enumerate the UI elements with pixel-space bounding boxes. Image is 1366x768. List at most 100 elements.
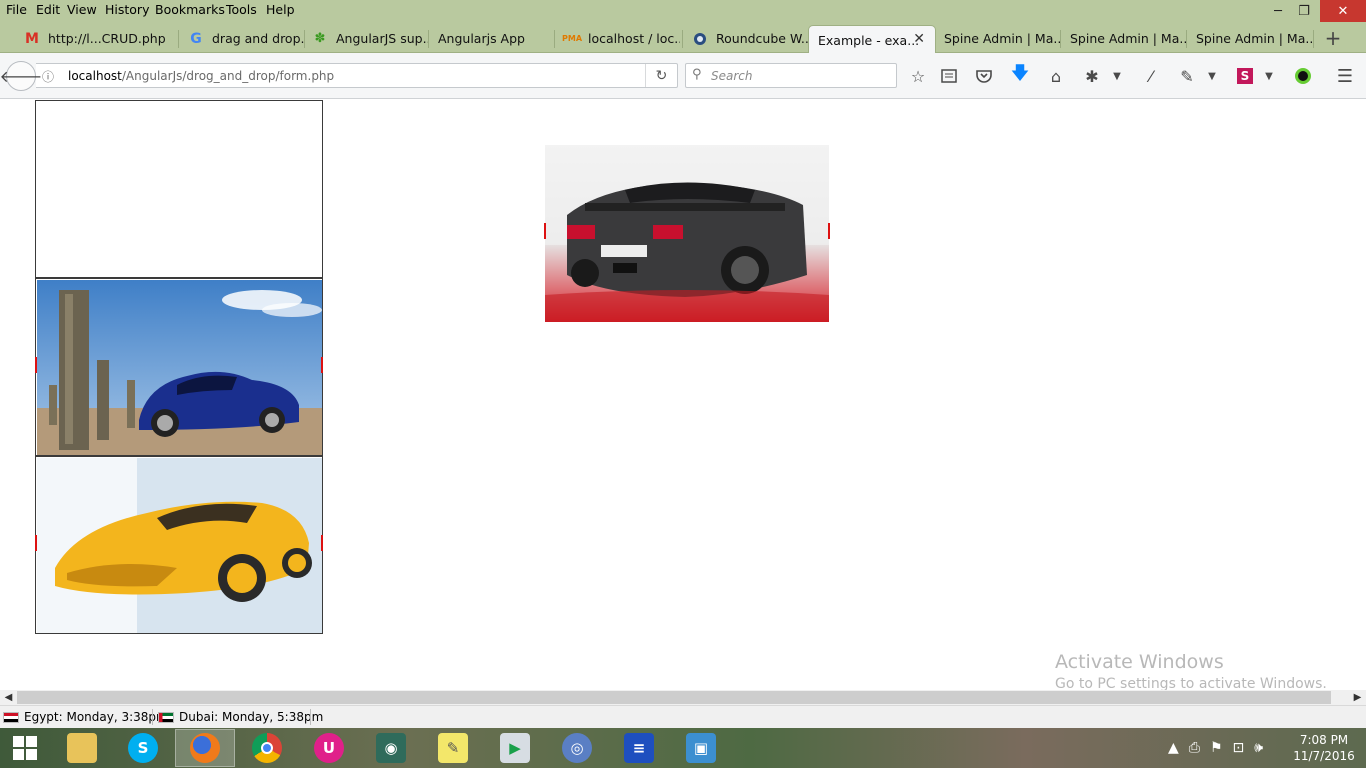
- tab-crud[interactable]: M http://l...CRUD.php: [16, 24, 176, 53]
- color-picker-icon[interactable]: [1292, 65, 1314, 87]
- phpmyadmin-icon: PMA: [562, 34, 583, 43]
- start-button[interactable]: [0, 729, 50, 767]
- url-text[interactable]: localhost/AngularJs/drog_and_drop/form.p…: [68, 69, 334, 83]
- clock-dubai[interactable]: Dubai: Monday, 5:38pm: [158, 710, 323, 724]
- taskbar-file-explorer[interactable]: [52, 729, 112, 767]
- tab-label: Spine Admin | Ma...: [944, 31, 1060, 46]
- taskbar-uwamp[interactable]: U: [299, 729, 359, 767]
- dropdown-arrow-icon[interactable]: ▼: [1110, 65, 1124, 87]
- pocket-icon[interactable]: [973, 65, 995, 87]
- drop-slot-blue-roadster[interactable]: [35, 278, 323, 456]
- tab-label: Spine Admin | Ma...: [1070, 31, 1186, 46]
- google-icon: G: [190, 30, 202, 47]
- tab-spine-admin-1[interactable]: Spine Admin | Ma...: [936, 24, 1060, 53]
- sticky-notes-icon: ✎: [438, 733, 468, 763]
- menu-history[interactable]: History: [105, 2, 149, 17]
- menu-view[interactable]: View: [67, 2, 97, 17]
- uwamp-icon: U: [314, 733, 344, 763]
- tab-separator: [1313, 30, 1314, 48]
- s-extension-icon[interactable]: S: [1234, 65, 1256, 87]
- tab-spine-admin-2[interactable]: Spine Admin | Ma...: [1062, 24, 1186, 53]
- yellow-supercar-image[interactable]: [37, 458, 322, 633]
- tab-label: AngularJS sup...: [336, 31, 428, 46]
- search-input[interactable]: ⚲ Search: [685, 63, 897, 88]
- taskbar-chromium[interactable]: ◎: [547, 729, 607, 767]
- tab-example-active[interactable]: Example - exa... ✕: [808, 25, 936, 54]
- extension-bug-icon[interactable]: ✱: [1081, 65, 1103, 87]
- menu-file[interactable]: File: [6, 2, 27, 17]
- tab-angularjs-app[interactable]: Angularjs App: [430, 24, 554, 53]
- drop-slot-empty[interactable]: [35, 100, 323, 278]
- scroll-right-arrow-icon[interactable]: ▶: [1349, 690, 1366, 705]
- taskbar-media[interactable]: ▶: [485, 729, 545, 767]
- egypt-flag-icon: [3, 711, 19, 723]
- page-content: [0, 100, 1366, 690]
- editor-icon: ≡: [624, 733, 654, 763]
- menu-bookmarks[interactable]: Bookmarks: [155, 2, 225, 17]
- menu-help[interactable]: Help: [266, 2, 295, 17]
- blue-roadster-image[interactable]: [37, 280, 322, 455]
- home-icon[interactable]: ⌂: [1045, 65, 1067, 87]
- new-tab-icon[interactable]: +: [1322, 25, 1344, 51]
- download-icon[interactable]: 🡇: [1009, 63, 1031, 87]
- search-icon: ⚲: [692, 67, 702, 82]
- dropdown-arrow-icon[interactable]: ▼: [1205, 65, 1219, 87]
- taskbar-skype[interactable]: S: [113, 729, 173, 767]
- taskbar-sticky-notes[interactable]: ✎: [423, 729, 483, 767]
- network-icon[interactable]: ⊡: [1233, 740, 1245, 756]
- volume-icon[interactable]: 🕪: [1254, 740, 1263, 756]
- scroll-left-arrow-icon[interactable]: ◀: [0, 690, 17, 705]
- show-hidden-icons-icon[interactable]: ▲: [1168, 740, 1179, 756]
- scrollbar-thumb[interactable]: [17, 691, 1331, 704]
- tab-label: http://l...CRUD.php: [48, 31, 166, 46]
- grey-sports-car-image[interactable]: [545, 145, 829, 322]
- back-button[interactable]: 🡐: [0, 61, 42, 91]
- roundcube-icon: [692, 31, 708, 47]
- restore-button[interactable]: ❐: [1288, 0, 1320, 22]
- drag-handle-marker: [321, 535, 323, 551]
- tab-phpmyadmin[interactable]: PMA localhost / loc...: [556, 24, 680, 53]
- taskbar: S U ◉ ✎ ▶ ◎ ≡ ▣ ▲ ⎙ ⚑ ⊡ 🕪 7:08 PM 11/7/2…: [0, 728, 1366, 768]
- windows-logo-icon: [13, 736, 37, 760]
- taskbar-chrome[interactable]: [237, 729, 297, 767]
- drop-slot-yellow-supercar[interactable]: [35, 456, 323, 634]
- url-host: localhost: [68, 69, 122, 83]
- taskbar-photos[interactable]: ▣: [671, 729, 731, 767]
- close-window-button[interactable]: ✕: [1320, 0, 1366, 22]
- tab-roundcube[interactable]: Roundcube W...: [684, 24, 808, 53]
- tab-separator: [178, 30, 179, 48]
- url-bar[interactable]: ⓘ localhost/AngularJs/drog_and_drop/form…: [36, 63, 678, 88]
- pen-tool-icon[interactable]: ✎: [1176, 65, 1198, 87]
- tab-spine-admin-3[interactable]: Spine Admin | Ma...: [1188, 24, 1312, 53]
- clock-egypt[interactable]: Egypt: Monday, 3:38pm: [3, 710, 168, 724]
- reload-icon[interactable]: ↻: [645, 64, 677, 87]
- dropdown-arrow-icon[interactable]: ▼: [1262, 65, 1276, 87]
- photos-icon: ▣: [686, 733, 716, 763]
- tab-separator: [1060, 30, 1061, 48]
- bookmark-star-icon[interactable]: ☆: [907, 65, 929, 87]
- tab-bar: M http://l...CRUD.php G drag and drop...…: [0, 22, 1366, 54]
- uae-flag-icon: [158, 711, 174, 723]
- drag-handle-marker: [321, 357, 323, 373]
- taskbar-sublime[interactable]: ≡: [609, 729, 669, 767]
- gmail-icon: M: [25, 30, 39, 47]
- menu-edit[interactable]: Edit: [36, 2, 60, 17]
- taskbar-firefox[interactable]: [175, 729, 235, 767]
- printer-icon[interactable]: ⎙: [1189, 740, 1200, 756]
- info-icon[interactable]: ⓘ: [42, 68, 54, 85]
- tab-separator: [1186, 30, 1187, 48]
- hamburger-menu-icon[interactable]: ☰: [1334, 65, 1356, 87]
- dropper-icon[interactable]: ⁄: [1140, 65, 1162, 87]
- tab-angularjs-sup[interactable]: ✽ AngularJS sup...: [304, 24, 428, 53]
- chromium-icon: ◎: [562, 733, 592, 763]
- horizontal-scrollbar[interactable]: ◀ ▶: [0, 690, 1366, 705]
- taskbar-app-eye[interactable]: ◉: [361, 729, 421, 767]
- menu-tools[interactable]: Tools: [226, 2, 257, 17]
- search-placeholder: Search: [711, 69, 753, 83]
- close-tab-icon[interactable]: ✕: [913, 31, 925, 47]
- action-center-flag-icon[interactable]: ⚑: [1210, 740, 1223, 756]
- reading-list-icon[interactable]: [938, 65, 960, 87]
- taskbar-date: 11/7/2016: [1293, 749, 1355, 763]
- taskbar-clock[interactable]: 7:08 PM 11/7/2016: [1292, 732, 1356, 764]
- tab-drag-and-drop[interactable]: G drag and drop...: [180, 24, 304, 53]
